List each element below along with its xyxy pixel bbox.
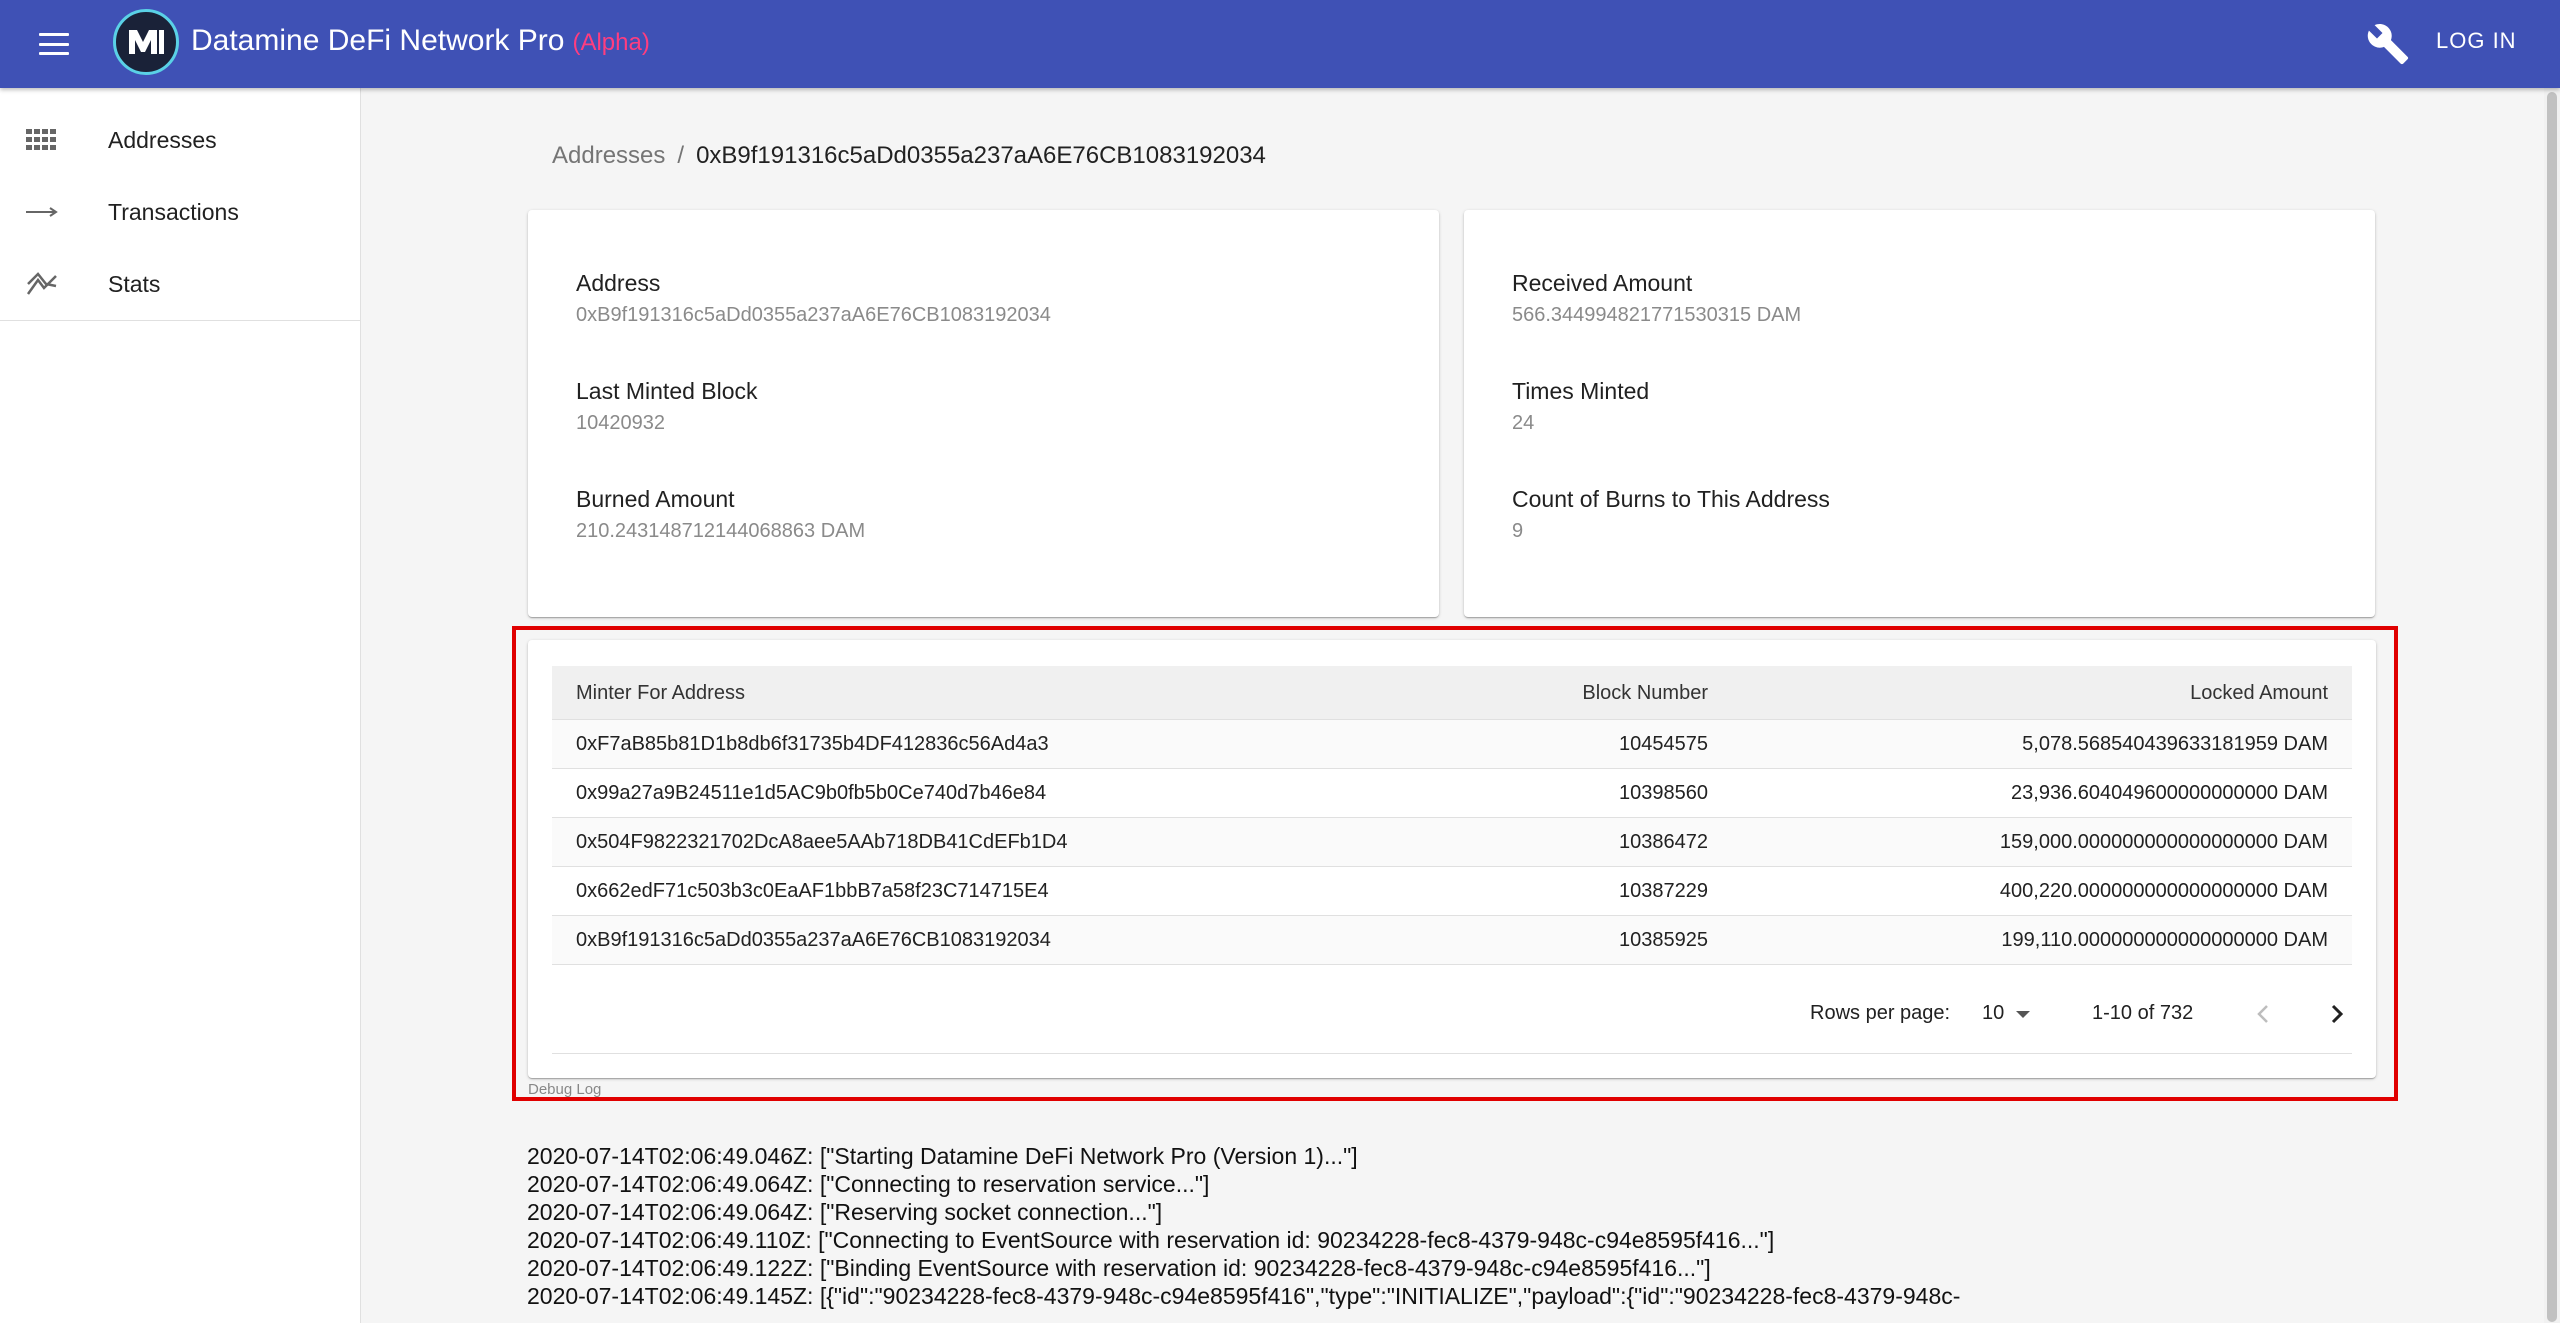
minter-address-cell[interactable]: 0x662edF71c503b3c0EaAF1bbB7a58f23C714715… — [576, 880, 1049, 903]
burned-amount-label: Burned Amount — [576, 486, 735, 512]
minters-table: Minter For Address Block Number Locked A… — [552, 666, 2352, 965]
sidebar-item-stats[interactable]: Stats — [0, 248, 360, 320]
rows-per-page-select[interactable]: 10 — [1982, 1002, 2031, 1025]
log-line: 2020-07-14T02:06:49.122Z: ["Binding Even… — [527, 1255, 1711, 1281]
hamburger-icon — [39, 33, 69, 55]
burn-count-value: 9 — [1512, 520, 1524, 542]
app-title-text: Datamine DeFi Network Pro — [191, 24, 565, 57]
block-number-cell: 10398560 — [1619, 782, 1708, 804]
amount-details-card: Received Amount 566.344994821771530315 D… — [1464, 210, 2375, 617]
menu-button[interactable] — [30, 20, 78, 68]
previous-page-button[interactable] — [2242, 992, 2286, 1036]
app-bar: Datamine DeFi Network Pro (Alpha) LOG IN — [0, 0, 2560, 88]
burned-amount-value: 210.243148712144068863 DAM — [576, 520, 866, 542]
minter-address-cell[interactable]: 0xF7aB85b81D1b8db6f31735b4DF412836c56Ad4… — [576, 733, 1049, 756]
sidebar-item-label: Stats — [108, 270, 161, 297]
table-row[interactable]: 0x662edF71c503b3c0EaAF1bbB7a58f23C714715… — [552, 867, 2352, 916]
sidebar-divider — [0, 320, 360, 321]
table-row[interactable]: 0x99a27a9B24511e1d5AC9b0fb5b0Ce740d7b46e… — [552, 769, 2352, 818]
log-line: 2020-07-14T02:06:49.145Z: [{"id":"902342… — [527, 1283, 1961, 1309]
logo-icon — [129, 30, 164, 54]
minter-address-cell[interactable]: 0x99a27a9B24511e1d5AC9b0fb5b0Ce740d7b46e… — [576, 782, 1046, 805]
chevron-left-icon — [2257, 1005, 2268, 1023]
debug-log: 2020-07-14T02:06:49.046Z: ["Starting Dat… — [527, 1142, 2127, 1310]
minters-table-card: Minter For Address Block Number Locked A… — [528, 640, 2376, 1078]
log-line: 2020-07-14T02:06:49.110Z: ["Connecting t… — [527, 1227, 1775, 1253]
received-amount-value: 566.344994821771530315 DAM — [1512, 304, 1802, 326]
table-row[interactable]: 0xF7aB85b81D1b8db6f31735b4DF412836c56Ad4… — [552, 720, 2352, 769]
last-minted-block-value: 10420932 — [576, 412, 665, 434]
log-line: 2020-07-14T02:06:49.064Z: ["Reserving so… — [527, 1199, 1163, 1225]
dropdown-caret-icon — [2016, 1011, 2031, 1018]
column-header-block[interactable]: Block Number — [1582, 682, 1708, 705]
table-body: 0xF7aB85b81D1b8db6f31735b4DF412836c56Ad4… — [552, 720, 2352, 965]
locked-amount-cell: 5,078.568540439633181959 DAM — [2022, 733, 2328, 755]
column-header-amount[interactable]: Locked Amount — [2190, 682, 2328, 705]
address-details-card: Address 0xB9f191316c5aDd0355a237aA6E76CB… — [528, 210, 1439, 617]
block-number-cell: 10385925 — [1619, 929, 1708, 951]
breadcrumb-current: 0xB9f191316c5aDd0355a237aA6E76CB10831920… — [696, 142, 1266, 169]
breadcrumb-separator: / — [677, 142, 685, 169]
sidebar-item-transactions[interactable]: Transactions — [0, 176, 360, 248]
sidebar: Addresses Transactions Stats — [0, 88, 361, 1323]
block-number-cell: 10386472 — [1619, 831, 1708, 853]
debug-log-label: Debug Log — [528, 1081, 602, 1098]
sidebar-item-addresses[interactable]: Addresses — [0, 104, 360, 176]
alpha-badge: (Alpha) — [572, 29, 650, 56]
trend-icon — [26, 269, 60, 299]
next-page-button[interactable] — [2314, 992, 2358, 1036]
table-pagination: Rows per page: 10 1-10 of 732 — [552, 974, 2352, 1054]
times-minted-value: 24 — [1512, 412, 1535, 434]
received-amount-label: Received Amount — [1512, 270, 1693, 296]
sidebar-item-label: Transactions — [108, 198, 239, 225]
address-value: 0xB9f191316c5aDd0355a237aA6E76CB10831920… — [576, 304, 1051, 326]
locked-amount-cell: 23,936.604049600000000000 DAM — [2011, 782, 2328, 804]
sidebar-item-label: Addresses — [108, 126, 217, 153]
breadcrumb: Addresses / 0xB9f191316c5aDd0355a237aA6E76… — [552, 142, 1266, 170]
log-line: 2020-07-14T02:06:49.064Z: ["Connecting t… — [527, 1171, 1210, 1197]
grid-icon — [26, 125, 60, 155]
table-row[interactable]: 0xB9f191316c5aDd0355a237aA6E76CB10831920… — [552, 916, 2352, 965]
page-range: 1-10 of 732 — [2092, 1002, 2194, 1024]
rows-per-page-value: 10 — [1982, 1002, 2005, 1024]
table-header: Minter For Address Block Number Locked A… — [552, 666, 2352, 720]
block-number-cell: 10454575 — [1619, 733, 1708, 755]
page-scrollbar[interactable] — [2544, 88, 2560, 1323]
locked-amount-cell: 199,110.000000000000000000 DAM — [2001, 929, 2328, 951]
minter-address-cell[interactable]: 0xB9f191316c5aDd0355a237aA6E76CB10831920… — [576, 929, 1051, 952]
app-logo — [113, 9, 179, 75]
arrow-right-icon — [26, 197, 60, 227]
rows-per-page-label: Rows per page: — [1810, 1002, 1951, 1024]
minter-address-cell[interactable]: 0x504F9822321702DcA8aee5AAb718DB41CdEFb1… — [576, 831, 1067, 854]
block-number-cell: 10387229 — [1619, 880, 1708, 902]
scrollbar-thumb[interactable] — [2547, 92, 2557, 1322]
address-label: Address — [576, 270, 661, 296]
log-line: 2020-07-14T02:06:49.046Z: ["Starting Dat… — [527, 1143, 1358, 1169]
chevron-right-icon — [2331, 1004, 2344, 1024]
column-header-address[interactable]: Minter For Address — [576, 682, 745, 705]
burn-count-label: Count of Burns to This Address — [1512, 486, 1830, 512]
login-button[interactable]: LOG IN — [2436, 28, 2517, 54]
table-row[interactable]: 0x504F9822321702DcA8aee5AAb718DB41CdEFb1… — [552, 818, 2352, 867]
locked-amount-cell: 400,220.000000000000000000 DAM — [1999, 880, 2328, 902]
times-minted-label: Times Minted — [1512, 378, 1650, 404]
wrench-icon[interactable] — [2366, 22, 2410, 66]
last-minted-block-label: Last Minted Block — [576, 378, 758, 404]
locked-amount-cell: 159,000.000000000000000000 DAM — [1999, 831, 2328, 853]
app-title: Datamine DeFi Network Pro (Alpha) — [191, 24, 650, 58]
breadcrumb-addresses-link[interactable]: Addresses — [552, 142, 665, 169]
